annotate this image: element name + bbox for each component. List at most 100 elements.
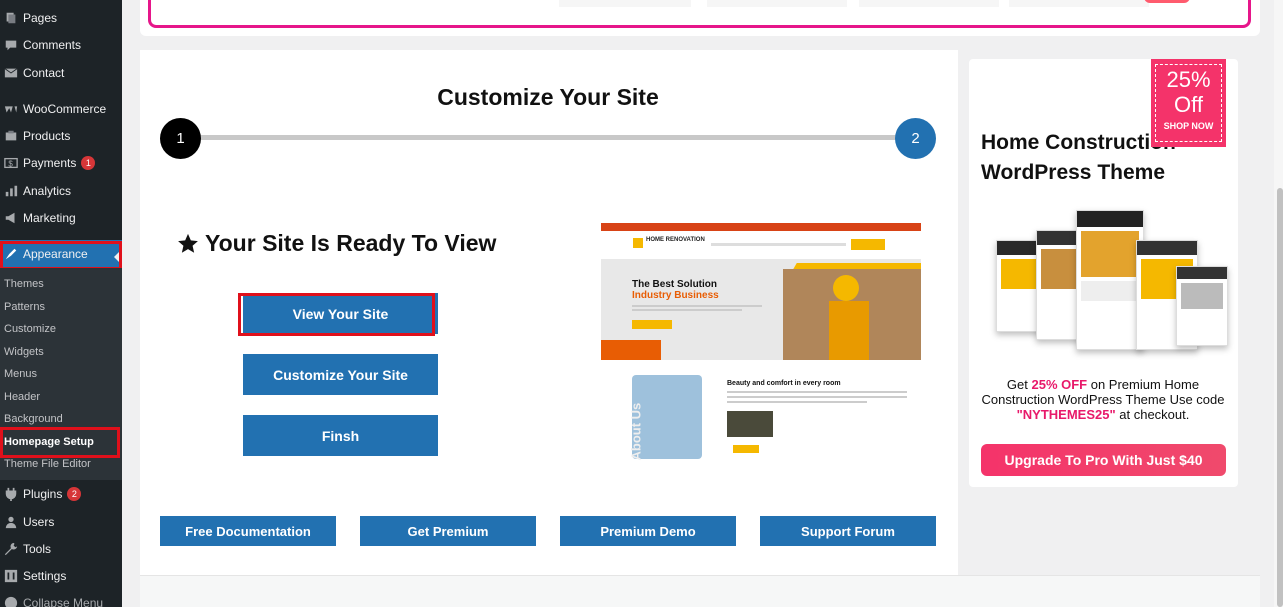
preview-logo-icon [633,238,643,248]
preview-about-text [727,401,867,403]
notification-badge: 1 [81,156,96,170]
banner-thumbnail [859,0,999,7]
submenu-widgets[interactable]: Widgets [4,341,44,363]
get-premium-button[interactable]: Get Premium [360,516,536,546]
analytics-icon [3,183,19,199]
ready-heading-text: Your Site Is Ready To View [205,230,497,256]
top-banner-promo [148,0,1251,28]
sidebar-item-label: Plugins [23,487,63,501]
ready-heading: Your Site Is Ready To View [177,230,496,257]
submenu-theme-file-editor[interactable]: Theme File Editor [4,453,91,475]
sidebar-item-comments[interactable]: Comments [0,32,122,58]
free-documentation-button[interactable]: Free Documentation [160,516,336,546]
notification-badge: 2 [67,487,82,501]
finish-button[interactable]: Finsh [243,415,438,456]
comments-icon [3,37,19,53]
sidebar-item-label: Comments [23,38,82,52]
premium-demo-button[interactable]: Premium Demo [560,516,736,546]
sidebar-item-payments[interactable]: $ Payments 1 [0,150,122,176]
woocommerce-icon [3,101,19,117]
sidebar-item-label: Contact [23,66,65,80]
sidebar-item-label: Settings [23,569,67,583]
banner-button[interactable] [1144,0,1190,3]
badge-off: Off [1174,92,1203,117]
promo-text-prefix: Get [1006,377,1032,392]
page-title: Customize Your Site [437,84,659,110]
sidebar-item-label: Collapse Menu [23,596,104,607]
sidebar-item-label: Marketing [23,211,76,225]
preview-about-vertical: About Us [628,402,644,461]
sidebar-item-products[interactable]: Products [0,123,122,149]
sidebar-item-settings[interactable]: Settings [0,563,122,589]
preview-about-thumb [727,411,773,437]
submenu-menus[interactable]: Menus [4,363,37,385]
settings-icon [3,568,19,584]
sidebar-item-label: Tools [23,542,52,556]
svg-text:$: $ [8,160,13,169]
promo-description: Get 25% OFF on Premium Home Construction… [981,377,1225,422]
preview-about-text [727,396,907,398]
submenu-patterns[interactable]: Patterns [4,296,45,318]
admin-sidebar: Pages Comments Contact WooCommerce Produ… [0,0,122,607]
sidebar-item-marketing[interactable]: Marketing [0,205,122,231]
progress-track [200,135,900,140]
sidebar-item-woocommerce[interactable]: WooCommerce [0,96,122,122]
preview-nav-links [711,243,846,246]
banner-thumbnail [1009,0,1149,7]
banner-thumbnail [707,0,847,7]
products-icon [3,128,19,144]
promo-code: "NYTHEMES25" [1016,407,1116,422]
sidebar-item-tools[interactable]: Tools [0,536,122,562]
preview-hero-text [632,309,742,311]
users-icon [3,514,19,530]
sidebar-item-label: WooCommerce [23,102,107,116]
preview-hero-button [632,320,672,329]
preview-hero-text [632,305,762,307]
preview-hero-corner [601,340,661,360]
scrollbar-thumb[interactable] [1277,188,1283,607]
preview-hardhat [833,275,859,301]
step-2-indicator[interactable]: 2 [895,118,936,159]
marketing-icon [3,210,19,226]
highlight-appearance [0,241,122,270]
submenu-customize[interactable]: Customize [4,318,56,340]
sidebar-item-contact[interactable]: Contact [0,60,122,86]
star-icon [178,233,198,253]
collapse-menu-button[interactable]: Collapse Menu [0,590,122,607]
theme-preview-image: HOME RENOVATION The Best Solution Indust… [601,223,921,463]
theme-mockup-image [996,210,1230,362]
customize-site-button[interactable]: Customize Your Site [243,354,438,395]
plugins-icon [3,486,19,502]
preview-hero-title-2: Industry Business [632,290,719,301]
badge-shop-now: SHOP NOW [1163,121,1214,131]
mockup-page [1176,266,1228,346]
preview-hero-title-1: The Best Solution [632,279,717,290]
sidebar-item-label: Pages [23,11,58,25]
sidebar-item-plugins[interactable]: Plugins 2 [0,481,122,507]
collapse-icon [3,595,19,607]
highlight-view-site [238,293,435,336]
upgrade-pro-button[interactable]: Upgrade To Pro With Just $40 [981,444,1226,476]
preview-nav: HOME RENOVATION [601,231,921,259]
preview-about-button [733,445,759,453]
preview-worker [829,301,869,361]
pages-icon [3,10,19,26]
support-forum-button[interactable]: Support Forum [760,516,936,546]
promo-discount: 25% OFF [1031,377,1088,392]
discount-badge[interactable]: 25% Off SHOP NOW [1151,59,1226,147]
sidebar-item-label: Users [23,515,55,529]
sidebar-item-analytics[interactable]: Analytics [0,178,122,204]
submenu-header[interactable]: Header [4,386,40,408]
badge-percent: 25% [1166,67,1211,92]
preview-hero-photo [783,269,921,361]
footer-bar [140,576,1260,607]
sidebar-item-pages[interactable]: Pages [0,5,122,31]
sidebar-item-users[interactable]: Users [0,509,122,535]
payments-icon: $ [3,155,19,171]
step-1-indicator[interactable]: 1 [160,118,201,159]
promo-text-suffix: at checkout. [1115,407,1190,422]
mockup-page [1076,210,1144,350]
preview-brand: HOME RENOVATION [646,237,705,243]
sidebar-item-label: Payments [23,156,77,170]
submenu-themes[interactable]: Themes [4,273,44,295]
